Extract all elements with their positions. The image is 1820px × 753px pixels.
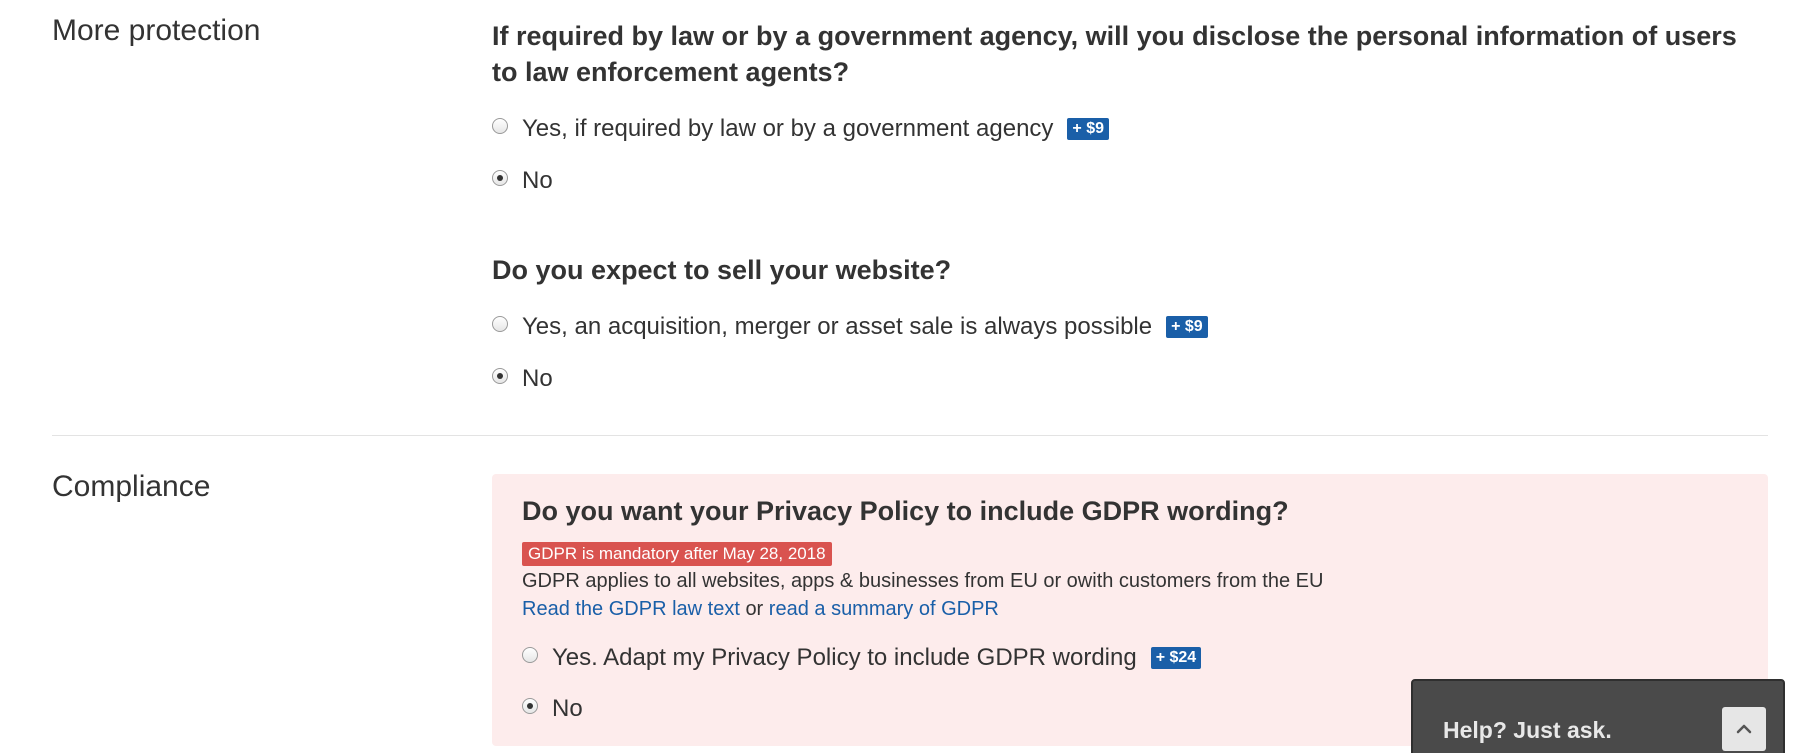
price-badge: + $24 [1150, 647, 1202, 669]
question-gdpr: Do you want your Privacy Policy to inclu… [522, 496, 1289, 526]
section-label-more-protection: More protection [52, 14, 261, 47]
option-label: Yes, an acquisition, merger or asset sal… [522, 313, 1153, 340]
gdpr-mandatory-badge: GDPR is mandatory after May 28, 2018 [522, 542, 832, 566]
help-expand-button[interactable] [1722, 707, 1766, 751]
option-label: No [522, 167, 553, 194]
radio-sell-website-yes[interactable] [492, 316, 508, 332]
gdpr-links-or: or [745, 598, 764, 620]
question-law-enforcement: If required by law or by a government ag… [492, 21, 1737, 87]
help-chat-widget[interactable]: Help? Just ask. [1411, 679, 1785, 753]
radio-gdpr-no[interactable] [522, 698, 538, 714]
option-label: Yes. Adapt my Privacy Policy to include … [552, 644, 1137, 671]
option-label: No [522, 365, 553, 392]
radio-gdpr-yes[interactable] [522, 647, 538, 663]
help-chat-title: Help? Just ask. [1443, 717, 1612, 743]
section-divider [52, 435, 1768, 436]
gdpr-law-text-link[interactable]: Read the GDPR law text [522, 598, 740, 620]
option-gdpr-yes[interactable]: Yes. Adapt my Privacy Policy to include … [522, 644, 1202, 672]
gdpr-links: Read the GDPR law text or read a summary… [522, 598, 999, 621]
chevron-up-icon [1736, 724, 1752, 734]
price-badge: + $9 [1166, 316, 1208, 338]
option-law-enforcement-no[interactable]: No [492, 167, 553, 195]
option-label: No [552, 695, 583, 722]
radio-law-enforcement-no[interactable] [492, 170, 508, 186]
option-gdpr-no[interactable]: No [522, 695, 583, 723]
privacy-policy-form: More protection If required by law or by… [0, 0, 1820, 753]
question-sell-website: Do you expect to sell your website? [492, 255, 952, 285]
option-sell-website-yes[interactable]: Yes, an acquisition, merger or asset sal… [492, 313, 1208, 341]
radio-law-enforcement-yes[interactable] [492, 118, 508, 134]
gdpr-summary-link[interactable]: read a summary of GDPR [769, 598, 999, 620]
option-law-enforcement-yes[interactable]: Yes, if required by law or by a governme… [492, 115, 1110, 143]
option-sell-website-no[interactable]: No [492, 365, 553, 393]
radio-sell-website-no[interactable] [492, 368, 508, 384]
gdpr-note: GDPR applies to all websites, apps & bus… [522, 570, 1324, 592]
section-label-compliance: Compliance [52, 470, 211, 503]
price-badge: + $9 [1067, 118, 1110, 140]
option-label: Yes, if required by law or by a governme… [522, 115, 1054, 142]
